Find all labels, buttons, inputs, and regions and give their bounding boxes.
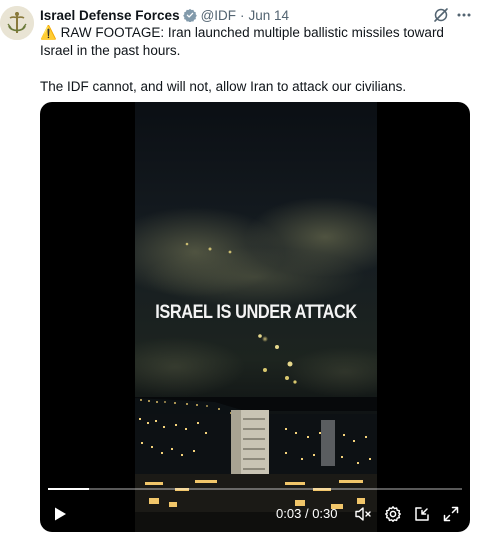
time-display: 0:03 / 0:30 (276, 506, 338, 521)
tweet-text-content: RAW FOOTAGE: Iran launched multiple ball… (40, 25, 444, 58)
progress-bar[interactable] (48, 488, 462, 490)
pip-icon (415, 507, 429, 521)
volume-muted-icon (355, 507, 371, 521)
video-player[interactable]: ISRAEL IS UNDER ATTACK 0:03 / 0:30 (40, 102, 470, 532)
tweet-date[interactable]: Jun 14 (249, 8, 290, 23)
tweet-text: ⚠️ RAW FOOTAGE: Iran launched multiple b… (40, 24, 472, 96)
account-name[interactable]: Israel Defense Forces (40, 8, 180, 23)
fullscreen-icon (443, 506, 459, 522)
more-icon (457, 13, 471, 17)
tweet: Israel Defense Forces @IDF · Jun 14 ⚠️ R… (0, 0, 485, 536)
tweet-text-line-1: ⚠️ RAW FOOTAGE: Iran launched multiple b… (40, 24, 472, 60)
verified-badge-icon (182, 8, 197, 22)
avatar[interactable] (0, 6, 34, 40)
current-time: 0:03 (276, 506, 302, 521)
fullscreen-button[interactable] (441, 504, 461, 524)
grok-icon (434, 8, 448, 22)
time-separator: / (304, 506, 309, 521)
mute-button[interactable] (353, 504, 373, 524)
header-separator: · (240, 7, 245, 23)
account-handle[interactable]: @IDF (201, 8, 236, 23)
more-button[interactable] (454, 6, 474, 24)
idf-logo-icon (0, 6, 34, 40)
settings-icon (385, 506, 401, 522)
video-overlay-text: ISRAEL IS UNDER ATTACK (155, 302, 357, 323)
tweet-text-line-2: The IDF cannot, and will not, allow Iran… (40, 79, 407, 94)
play-button[interactable] (50, 504, 70, 524)
picture-in-picture-button[interactable] (412, 504, 432, 524)
progress-fill (48, 488, 90, 490)
grok-button[interactable] (432, 6, 450, 24)
warning-icon: ⚠️ (40, 25, 57, 40)
settings-button[interactable] (383, 504, 403, 524)
play-icon (55, 507, 66, 521)
duration: 0:30 (312, 506, 338, 521)
tweet-header: Israel Defense Forces @IDF · Jun 14 (40, 6, 289, 24)
